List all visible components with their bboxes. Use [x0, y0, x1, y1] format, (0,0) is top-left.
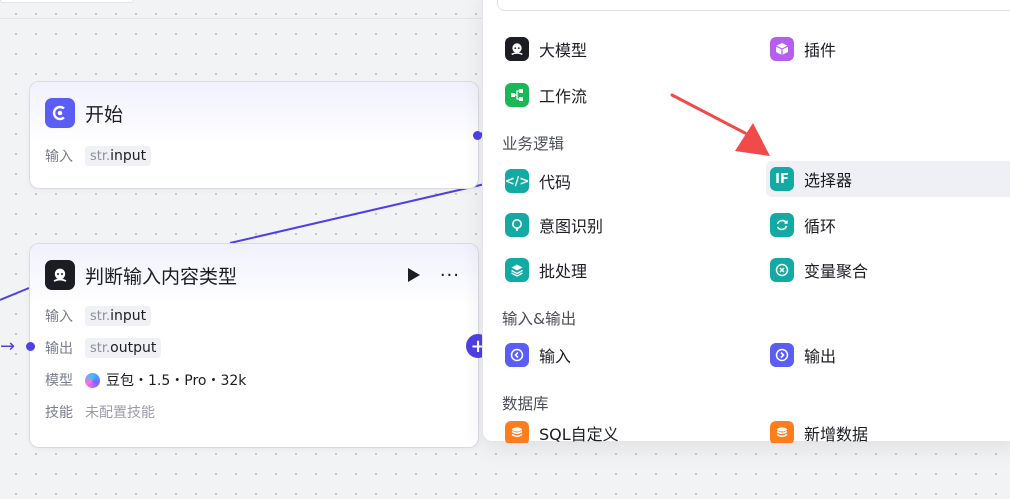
- llm-node[interactable]: 判断输入内容类型 ··· 输入 str. input 输出 str. outpu…: [29, 243, 479, 448]
- llm-input-row: 输入 str. input: [30, 300, 478, 332]
- workflow-icon: [505, 83, 529, 107]
- node-option-label: 大模型: [539, 41, 588, 60]
- edge-into-llm: [0, 287, 30, 301]
- node-option-intent[interactable]: 意图识别: [501, 207, 746, 243]
- node-option-input[interactable]: 输入: [501, 337, 746, 373]
- section-title-input-output: 输入&输出: [502, 310, 577, 328]
- node-actions: ···: [407, 265, 460, 286]
- variable-name: output: [110, 340, 157, 356]
- input-variable-tag: str. input: [85, 306, 152, 326]
- start-node[interactable]: 开始 输入 str. input: [29, 81, 479, 189]
- variable-name: input: [110, 308, 147, 324]
- code-icon: </>: [505, 169, 529, 193]
- node-option-variable-aggregate[interactable]: 变量聚合: [766, 252, 1010, 288]
- node-option-label: 输出: [804, 347, 837, 366]
- variable-type: str.: [90, 148, 111, 164]
- canvas-toolbar: [0, 0, 134, 3]
- model-label: 模型: [45, 373, 73, 389]
- output-variable-tag: str. output: [85, 338, 162, 358]
- node-option-label: 循环: [804, 217, 837, 236]
- llm-icon: [45, 260, 75, 290]
- llm-skill-row: 技能 未配置技能: [30, 396, 478, 428]
- start-icon: [45, 98, 75, 128]
- input-label: 输入: [45, 149, 73, 165]
- batch-icon: [505, 258, 529, 282]
- node-option-label: 选择器: [804, 171, 853, 190]
- llm-output-row: 输出 str. output: [30, 332, 478, 364]
- node-option-loop[interactable]: 循环: [766, 207, 1010, 243]
- node-option-output[interactable]: 输出: [766, 337, 1010, 373]
- database-icon: [505, 421, 529, 443]
- database-icon: [770, 421, 794, 443]
- section-title-database: 数据库: [502, 395, 549, 413]
- input-label: 输入: [45, 309, 73, 325]
- start-input-row: 输入 str. input: [30, 140, 478, 172]
- node-option-llm[interactable]: 大模型: [501, 31, 746, 67]
- start-node-header: 开始: [30, 82, 478, 144]
- llm-icon: [505, 37, 529, 61]
- llm-node-header: 判断输入内容类型 ···: [30, 244, 478, 306]
- node-option-label: 新增数据: [804, 425, 869, 443]
- model-value: 豆包・1.5・Pro・32k: [85, 370, 246, 390]
- node-picker-panel: 大模型 插件 工作流 业务逻辑 </> 代码 IF 选择器 意图识别 循环: [482, 0, 1010, 443]
- node-option-plugin[interactable]: 插件: [766, 31, 1010, 67]
- start-output-port[interactable]: [473, 131, 482, 140]
- llm-model-row: 模型 豆包・1.5・Pro・32k: [30, 364, 478, 396]
- node-option-label: 批处理: [539, 262, 588, 281]
- node-option-label: 意图识别: [539, 217, 604, 236]
- node-option-add-data[interactable]: 新增数据: [766, 419, 1010, 443]
- node-option-selector[interactable]: IF 选择器: [766, 161, 1010, 197]
- node-option-label: SQL自定义: [539, 425, 619, 443]
- node-option-code[interactable]: </> 代码: [501, 163, 746, 199]
- start-node-title: 开始: [85, 103, 124, 126]
- section-title-business-logic: 业务逻辑: [502, 135, 565, 153]
- intent-icon: [505, 213, 529, 237]
- doubao-logo-icon: [85, 372, 100, 388]
- node-option-label: 代码: [539, 173, 572, 192]
- skill-value: 未配置技能: [85, 405, 155, 421]
- arrow-right-icon: →: [0, 336, 16, 357]
- more-icon[interactable]: ···: [440, 265, 460, 286]
- loop-icon: [770, 213, 794, 237]
- variable-name: input: [110, 148, 147, 164]
- node-option-label: 工作流: [539, 87, 588, 106]
- model-name: 豆包・1.5・Pro・32k: [106, 373, 247, 389]
- node-option-workflow[interactable]: 工作流: [501, 77, 746, 113]
- run-node-button[interactable]: [407, 268, 420, 282]
- node-option-label: 插件: [804, 41, 837, 60]
- variable-type: str.: [90, 340, 111, 356]
- llm-input-port[interactable]: [26, 342, 35, 351]
- node-option-batch[interactable]: 批处理: [501, 252, 746, 288]
- output-icon: [770, 343, 794, 367]
- input-icon: [505, 343, 529, 367]
- variable-type: str.: [90, 308, 111, 324]
- input-variable-tag: str. input: [85, 146, 152, 166]
- search-box[interactable]: [497, 0, 1010, 11]
- node-option-label: 输入: [539, 347, 572, 366]
- output-label: 输出: [45, 341, 73, 357]
- plugin-icon: [770, 37, 794, 61]
- variable-aggregate-icon: [770, 258, 794, 282]
- llm-node-title: 判断输入内容类型: [85, 265, 238, 288]
- selector-icon: IF: [770, 167, 794, 191]
- node-option-sql-custom[interactable]: SQL自定义: [501, 419, 746, 443]
- node-option-label: 变量聚合: [804, 262, 869, 281]
- edge-llm-to-next: [229, 183, 486, 244]
- skill-label: 技能: [45, 405, 73, 421]
- search-input[interactable]: [532, 0, 932, 2]
- canvas-toolbar-divider: [0, 18, 482, 19]
